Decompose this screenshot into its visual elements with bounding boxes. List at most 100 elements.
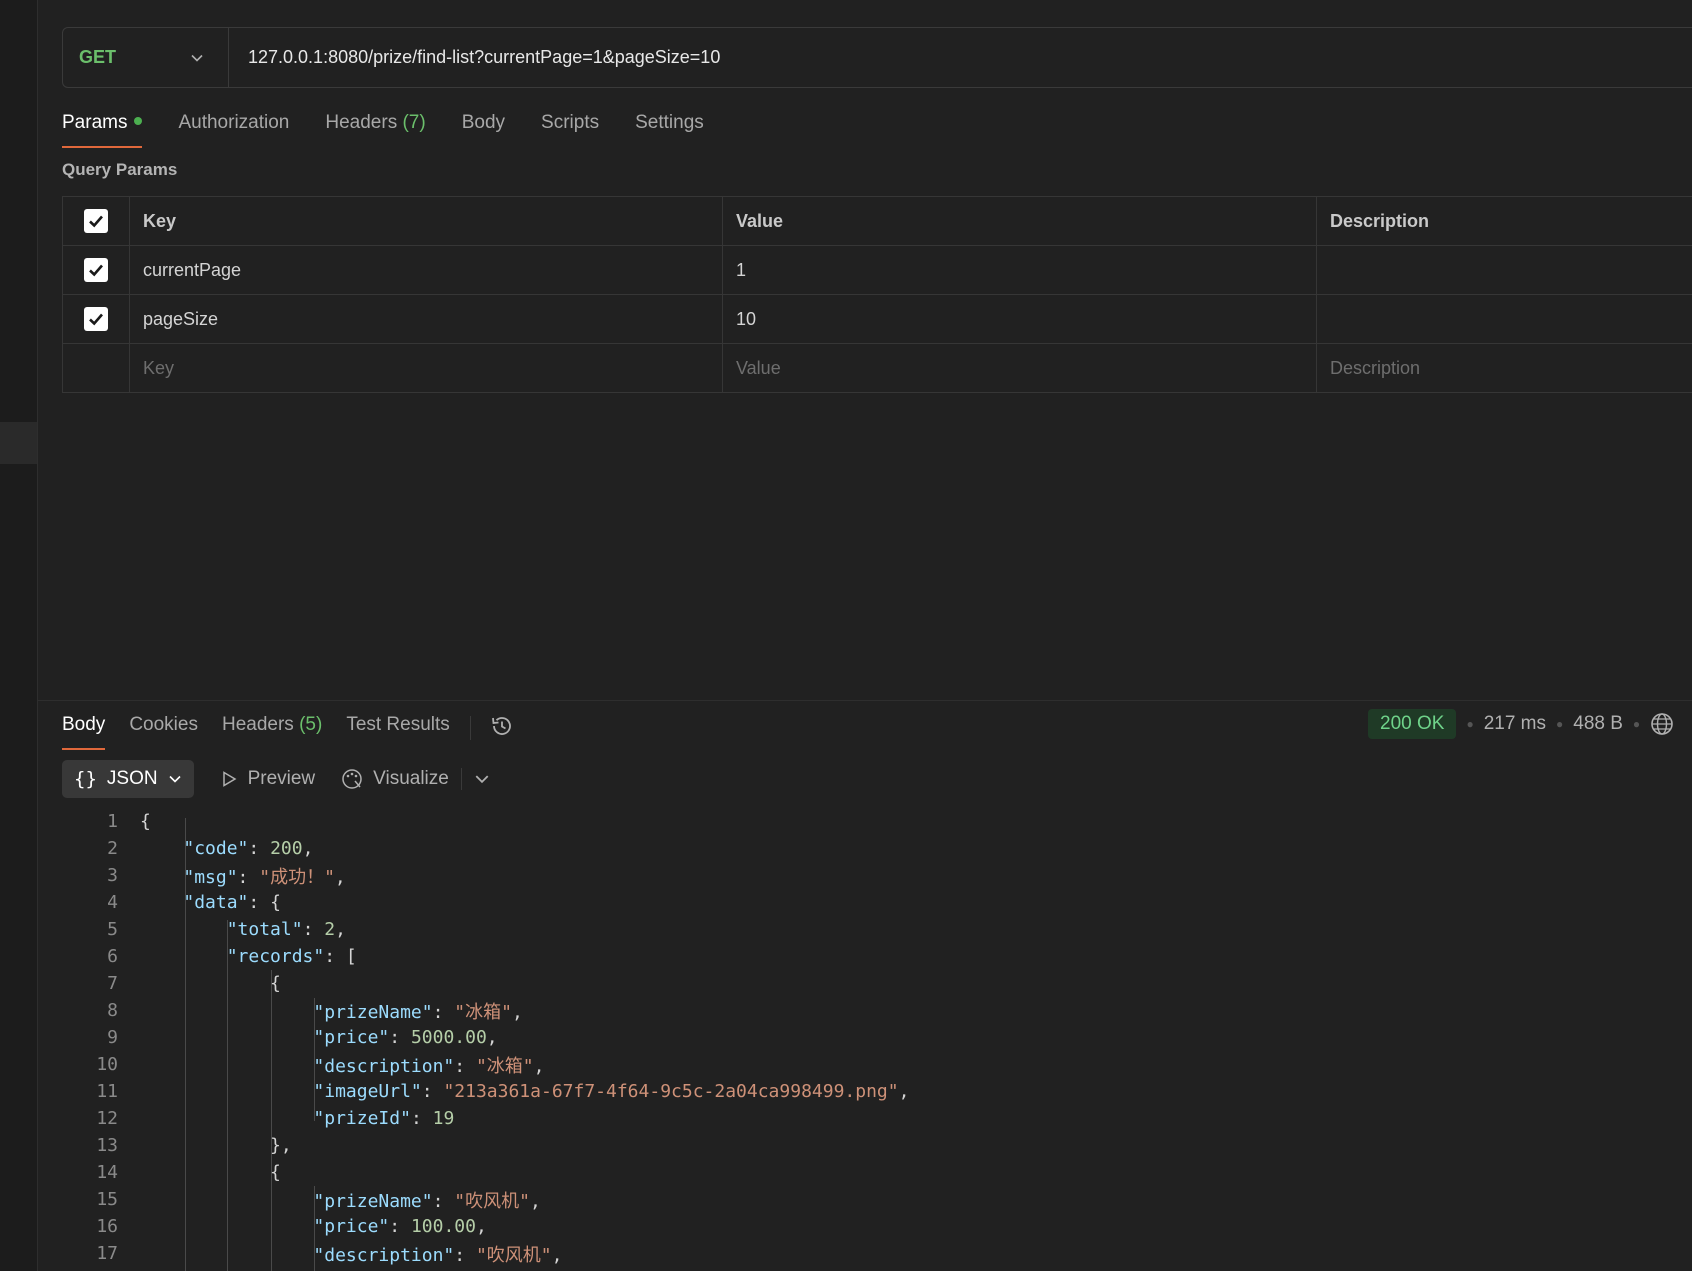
history-icon[interactable] [489,713,515,739]
response-size[interactable]: 488 B [1573,713,1623,735]
code-line: 2 "code": 200, [62,835,1692,862]
tab-label: Body [461,112,506,133]
param-description-cell[interactable] [1317,295,1692,343]
tab-headers[interactable]: Headers (7) [325,108,425,148]
status-badge[interactable]: 200 OK [1368,709,1457,739]
code-text: "total": 2, [226,919,346,940]
braces-icon: {} [74,768,97,790]
code-text: { [140,1162,281,1183]
code-line: 8 "prizeName": "冰箱", [62,997,1692,1024]
line-number: 3 [107,865,118,886]
tab-params[interactable]: Params [62,108,143,148]
line-number: 14 [96,1162,118,1183]
response-tab-headers[interactable]: Headers (5) [222,710,322,750]
method-label: GET [79,47,117,67]
tab-body[interactable]: Body [462,108,505,148]
code-line: 3 "msg": "成功！", [62,862,1692,889]
chevron-down-icon[interactable] [474,771,490,787]
response-time[interactable]: 217 ms [1484,713,1546,735]
checkmark-icon [89,264,103,277]
separator-dot: ● [1556,717,1564,731]
row-check-cell [62,246,130,294]
param-description-cell[interactable] [1317,246,1692,294]
code-line: 17 "description": "吹风机", [62,1240,1692,1267]
request-workspace: GET 127.0.0.1:8080/prize/find-list?curre… [38,0,1692,1271]
headers-count: (7) [402,112,426,133]
response-tab-cookies[interactable]: Cookies [129,710,198,750]
query-params-table: Key Value Description currentPage 1 page… [62,196,1692,393]
table-row: currentPage 1 [62,246,1692,295]
new-value-input[interactable]: Value [723,344,1317,392]
code-text: "prizeName": "冰箱", [313,1001,523,1023]
row-check-cell [62,344,130,392]
column-header-value: Value [723,197,1317,245]
chevron-down-icon [191,54,203,62]
tab-label: Cookies [129,714,198,735]
code-line: 6 "records": [ [62,943,1692,970]
code-text: "prizeName": "吹风机", [313,1190,541,1212]
response-tab-body[interactable]: Body [62,710,106,750]
code-line: 14 { [62,1159,1692,1186]
code-line: 5 "total": 2, [62,916,1692,943]
code-line: 1{ [62,808,1692,835]
url-input[interactable]: 127.0.0.1:8080/prize/find-list?currentPa… [229,47,720,68]
globe-icon[interactable] [1650,712,1674,736]
code-line: 16 "price": 100.00, [62,1213,1692,1240]
select-all-checkbox[interactable] [84,209,108,233]
line-number: 12 [96,1108,118,1129]
row-check-cell [62,295,130,343]
table-header-row: Key Value Description [62,197,1692,246]
url-bar: GET 127.0.0.1:8080/prize/find-list?curre… [62,27,1692,88]
response-tab-test-results[interactable]: Test Results [346,710,449,750]
line-number: 15 [96,1189,118,1210]
param-value-cell[interactable]: 1 [723,246,1317,294]
tab-authorization[interactable]: Authorization [178,108,289,148]
tab-label: Test Results [346,714,450,735]
line-number: 9 [107,1027,118,1048]
params-active-dot [134,116,143,125]
tab-label: Body [62,714,106,735]
tab-settings[interactable]: Settings [635,108,704,148]
param-key-cell[interactable]: currentPage [130,246,723,294]
chevron-down-icon [169,775,181,783]
query-params-title: Query Params [62,160,178,179]
preview-button[interactable]: Preview [220,768,316,790]
column-header-description: Description [1330,210,1430,231]
format-select[interactable]: {} JSON [62,760,194,798]
visualize-button[interactable]: Visualize [341,768,449,790]
code-text: "prizeId": 19 [313,1108,455,1129]
rail-selected-marker [0,422,37,464]
line-number: 8 [107,1000,118,1021]
code-line: 12 "prizeId": 19 [62,1105,1692,1132]
param-enabled-checkbox[interactable] [84,258,108,282]
new-key-input[interactable]: Key [130,344,723,392]
method-select[interactable]: GET [63,28,229,87]
line-number: 5 [107,919,118,940]
line-number: 6 [107,946,118,967]
line-number: 10 [96,1054,118,1075]
new-description-input[interactable]: Description [1317,344,1692,392]
code-text: "records": [ [226,946,357,967]
preview-label: Preview [247,768,316,789]
tab-scripts[interactable]: Scripts [541,108,599,148]
code-text: "description": "吹风机", [313,1244,563,1266]
param-enabled-checkbox[interactable] [84,307,108,331]
tab-label: Authorization [178,112,290,133]
code-text: "msg": "成功！", [183,866,346,888]
code-text: "description": "冰箱", [313,1055,545,1077]
checkmark-icon [89,215,103,228]
response-tabs: Body Cookies Headers (5) Test Results [62,710,515,750]
column-header-key: Key [130,197,723,245]
response-divider[interactable] [38,700,1692,701]
response-body-code[interactable]: 1{2 "code": 200, 3 "msg": "成功！", 4 "data":… [62,808,1692,1267]
palette-icon [342,769,362,789]
param-key-cell[interactable]: pageSize [130,295,723,343]
code-text: "price": 5000.00, [313,1027,498,1048]
line-number: 2 [107,838,118,859]
code-line: 11 "imageUrl": "213a361a-67f7-4f64-9c5c-… [62,1078,1692,1105]
select-all-cell [62,197,130,245]
line-number: 13 [96,1135,118,1156]
visualize-label: Visualize [373,768,449,789]
code-text: }, [140,1135,292,1156]
param-value-cell[interactable]: 10 [723,295,1317,343]
